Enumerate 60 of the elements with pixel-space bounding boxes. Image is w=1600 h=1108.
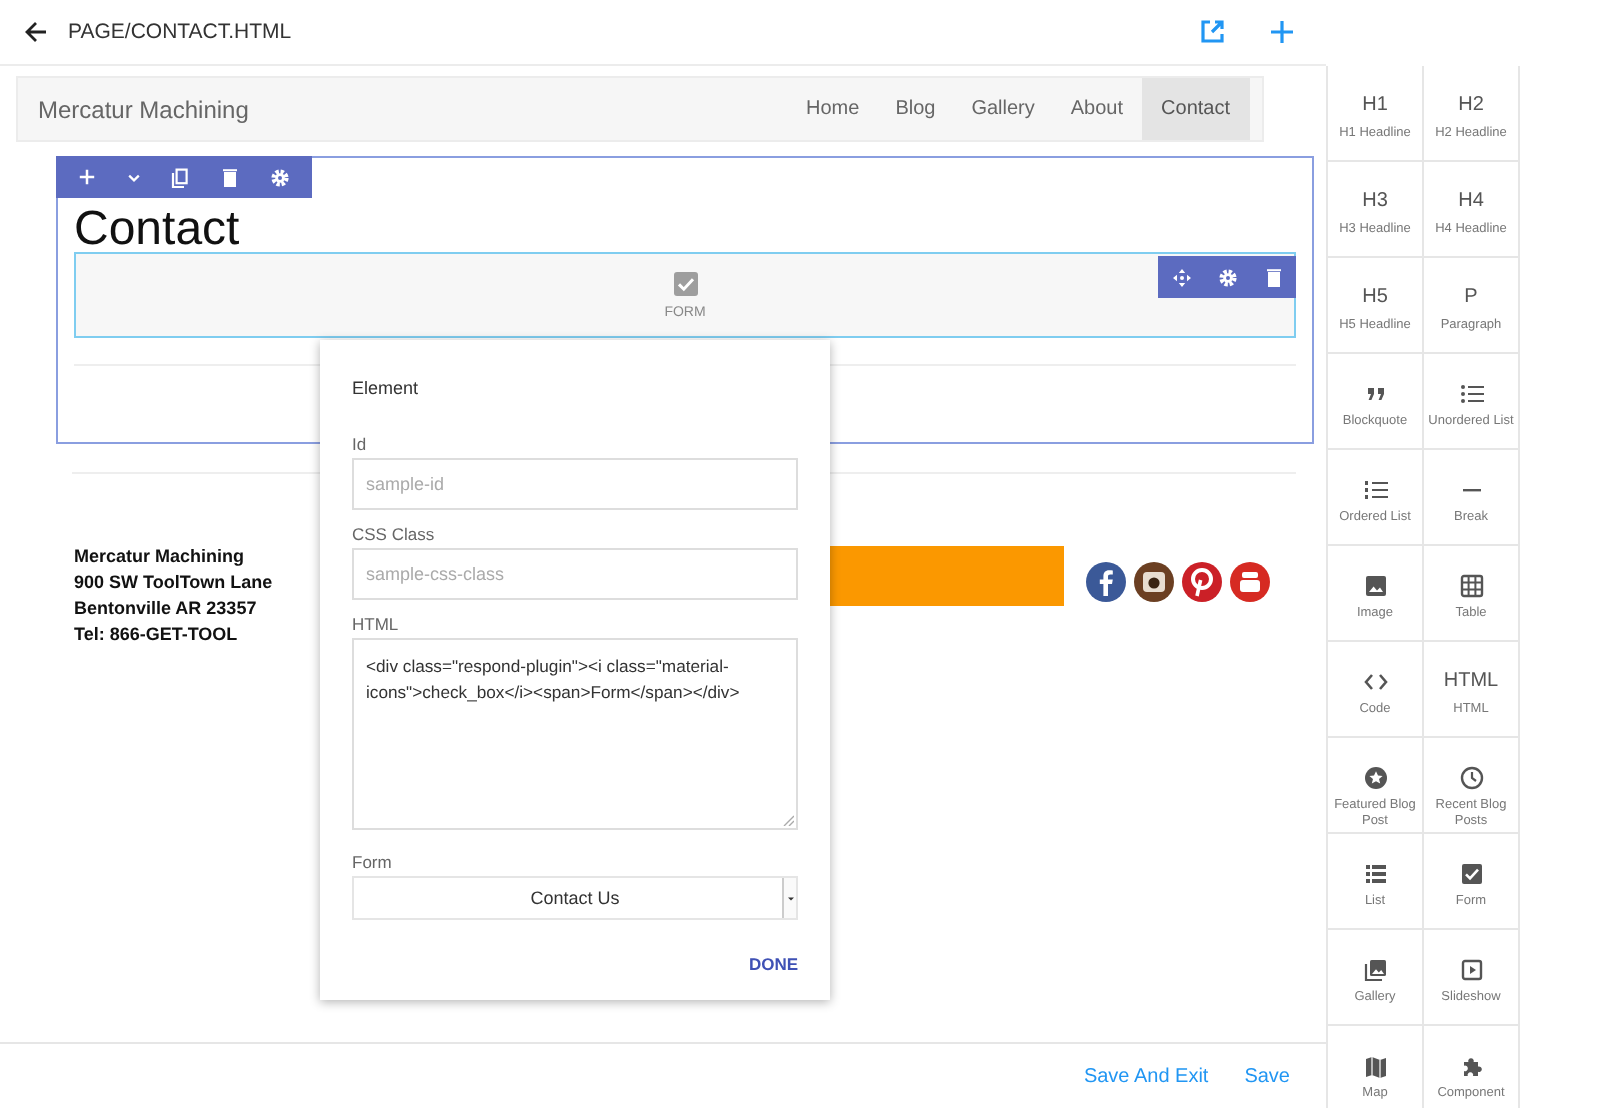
site-brand: Mercatur Machining (38, 95, 249, 123)
input-field[interactable]: sample-id (352, 458, 798, 510)
list-icon (1363, 862, 1387, 886)
nav-link[interactable]: Home (788, 78, 878, 140)
address-line: Bentonville AR 23357 (74, 596, 257, 622)
glyph-text: H4 (1458, 190, 1484, 214)
plus-icon[interactable] (1270, 20, 1294, 44)
table-icon (1459, 574, 1483, 598)
checkbox-icon (1459, 862, 1483, 886)
clock-icon (1459, 766, 1483, 790)
trash-icon[interactable] (220, 167, 241, 187)
field-label: Form (352, 852, 394, 872)
gallery-icon (1363, 958, 1387, 982)
resize-grip-icon[interactable] (782, 814, 794, 826)
trash-icon[interactable] (1263, 267, 1283, 287)
bulleted-list-icon (1459, 382, 1483, 406)
save-and-exit-button[interactable]: Save And Exit (1079, 1065, 1213, 1087)
code-icon (1363, 670, 1387, 694)
move-icon[interactable] (1171, 267, 1191, 287)
checkbox-icon (673, 271, 697, 295)
back-arrow-icon[interactable] (24, 20, 48, 44)
save-button[interactable]: Save (1240, 1065, 1294, 1087)
done-button[interactable]: DONE (748, 954, 798, 974)
glyph-text: HTML (1443, 670, 1499, 694)
field-label: HTML (352, 614, 401, 634)
address-line: Tel: 866-GET-TOOL (74, 622, 238, 648)
external-link-icon[interactable] (1198, 18, 1226, 46)
nav-link[interactable]: About (1052, 78, 1142, 140)
facebook-icon[interactable] (1086, 562, 1126, 602)
puzzle-icon (1459, 1054, 1483, 1078)
numbered-list-icon (1363, 478, 1387, 502)
form-select[interactable]: Contact Us (352, 876, 798, 920)
image-icon (1363, 574, 1387, 598)
address-line: Mercatur Machining (74, 544, 245, 570)
glyph-text: H5 (1362, 286, 1388, 310)
dialog-title: Element (352, 378, 421, 398)
nav-link[interactable]: Contact (1141, 78, 1250, 140)
glyph-text: P (1464, 286, 1478, 310)
glyph-text: H2 (1458, 94, 1484, 118)
input-field[interactable]: sample-css-class (352, 548, 798, 600)
glyph-text: H3 (1362, 190, 1388, 214)
play-icon (1459, 958, 1483, 982)
html-field[interactable]: <div class="respond-plugin"><i class="material-icons">check_box</i><span>Form</span></div> (352, 638, 798, 830)
nav-link[interactable]: Gallery (953, 78, 1053, 140)
field-label: CSS Class (352, 524, 437, 544)
glyph-text: H1 (1362, 94, 1388, 118)
camera-icon[interactable] (1134, 562, 1174, 602)
map-icon (1363, 1054, 1387, 1078)
chevron-down-icon[interactable] (125, 169, 142, 185)
star-badge-icon (1363, 766, 1387, 790)
address-line: 900 SW ToolTown Lane (74, 570, 273, 596)
pinterest-icon[interactable] (1182, 562, 1222, 602)
quote-icon (1363, 382, 1387, 406)
settings-icon[interactable] (1217, 267, 1237, 287)
page-title: PAGE/CONTACT.HTML (68, 20, 292, 44)
copy-icon[interactable] (170, 167, 191, 187)
field-label: Id (352, 434, 369, 454)
dropdown-arrow-icon[interactable] (787, 895, 793, 901)
settings-icon[interactable] (269, 167, 290, 187)
nav-link[interactable]: Blog (877, 78, 954, 140)
